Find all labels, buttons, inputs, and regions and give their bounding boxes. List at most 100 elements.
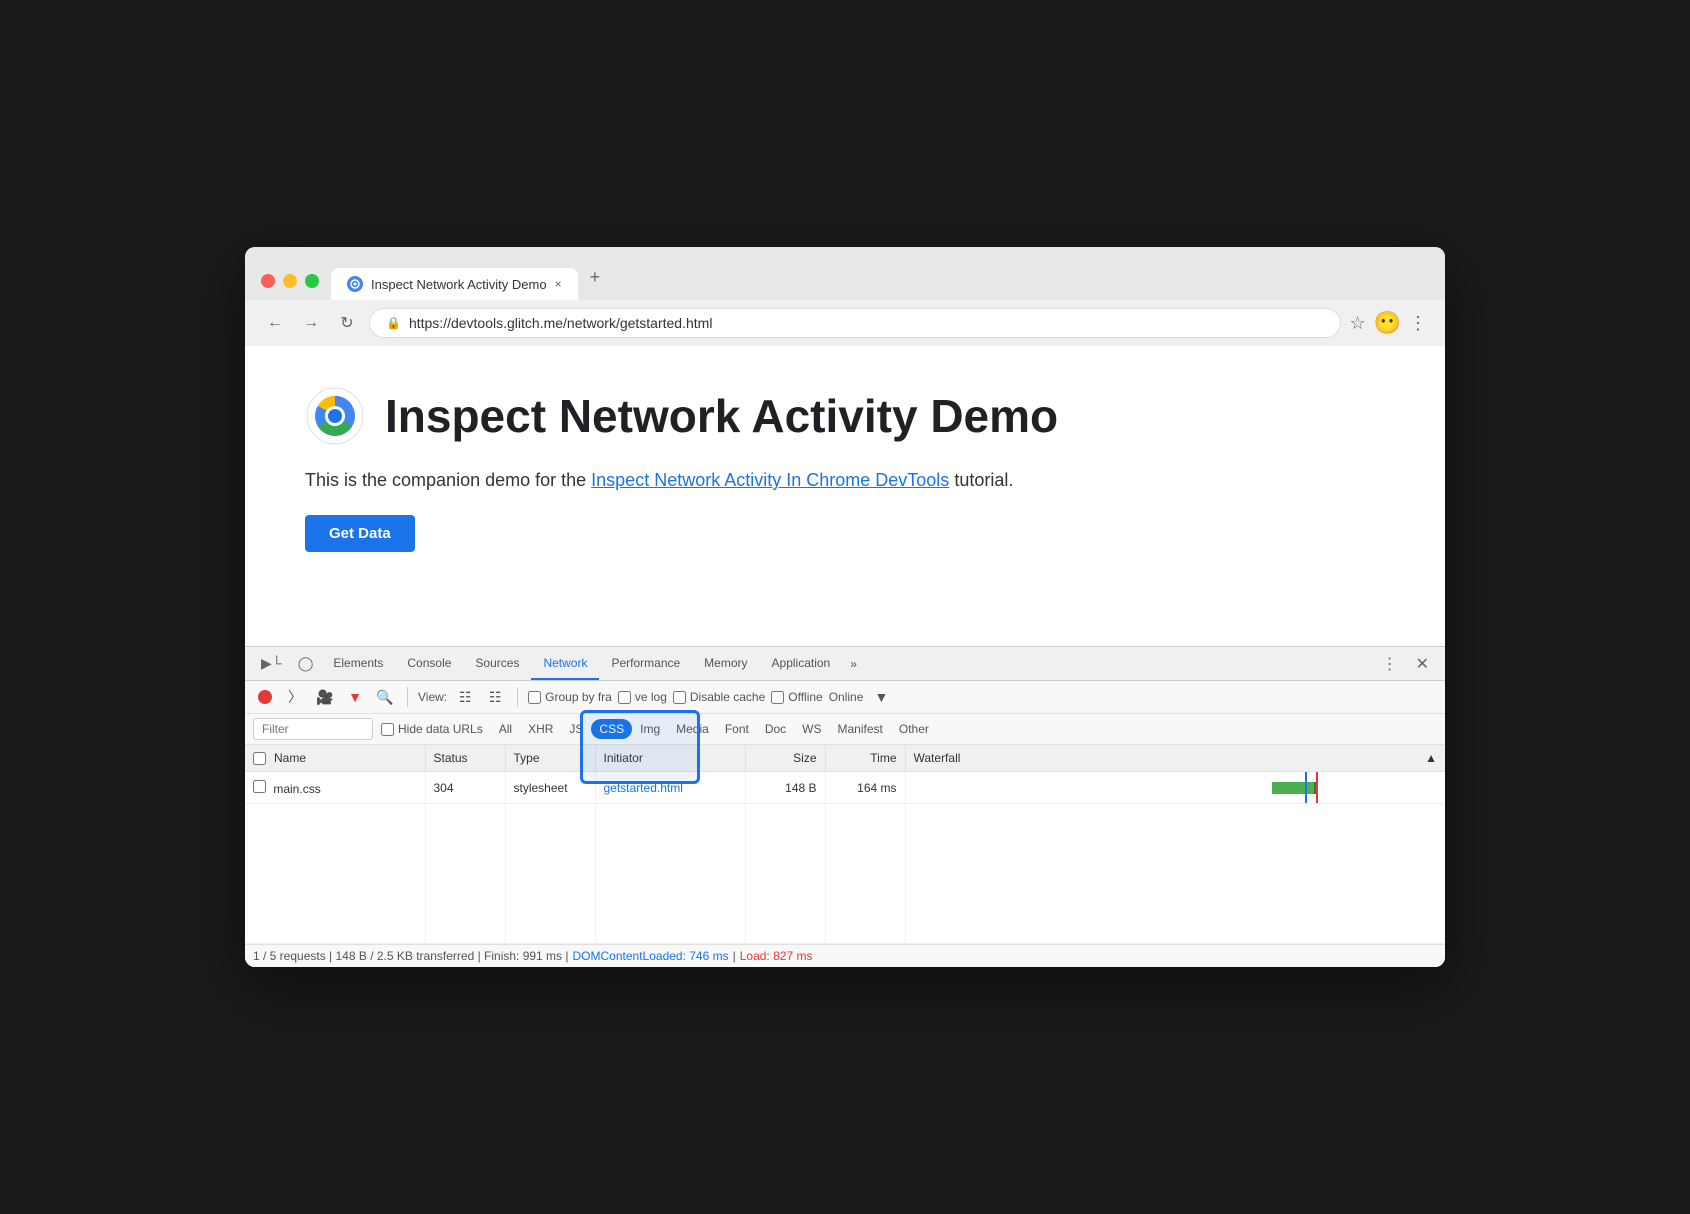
col-header-size[interactable]: Size bbox=[745, 745, 825, 772]
search-button[interactable]: 🔍 bbox=[373, 685, 397, 709]
filter-media[interactable]: Media bbox=[668, 719, 717, 739]
back-button[interactable]: ← bbox=[261, 309, 289, 337]
tab-favicon bbox=[347, 276, 363, 292]
tab-console[interactable]: Console bbox=[395, 648, 463, 680]
devtools-panel: ▶└ ◯ Elements Console Sources Network Pe… bbox=[245, 646, 1445, 967]
filter-manifest[interactable]: Manifest bbox=[830, 719, 891, 739]
tab-memory[interactable]: Memory bbox=[692, 648, 759, 680]
reload-button[interactable]: ↻ bbox=[333, 309, 361, 337]
filter-xhr[interactable]: XHR bbox=[520, 719, 561, 739]
disable-cache-label: Disable cache bbox=[673, 690, 765, 704]
clear-button[interactable]: 〉 bbox=[283, 685, 307, 709]
tabs-more-button[interactable]: » bbox=[842, 649, 865, 679]
tab-elements[interactable]: Elements bbox=[321, 648, 395, 680]
tab-sources[interactable]: Sources bbox=[463, 648, 531, 680]
row-checkbox[interactable] bbox=[253, 780, 266, 793]
tab-close-button[interactable]: × bbox=[555, 277, 562, 291]
filter-input[interactable] bbox=[253, 718, 373, 740]
filter-doc[interactable]: Doc bbox=[757, 719, 794, 739]
title-bar: Inspect Network Activity Demo × + bbox=[245, 247, 1445, 300]
empty-table-row bbox=[245, 804, 1445, 944]
toolbar-separator-1 bbox=[407, 687, 408, 707]
url-prefix: https://devtools.glitch.me bbox=[409, 315, 563, 331]
url-display: https://devtools.glitch.me/network/getst… bbox=[409, 315, 712, 331]
view-detail-icon[interactable]: ☷ bbox=[483, 685, 507, 709]
dom-content-loaded-link[interactable]: DOMContentLoaded: 746 ms bbox=[573, 949, 729, 963]
offline-label: Offline bbox=[771, 690, 822, 704]
minimize-button[interactable] bbox=[283, 274, 297, 288]
view-label: View: bbox=[418, 690, 447, 704]
filter-ws[interactable]: WS bbox=[794, 719, 829, 739]
chrome-logo-icon bbox=[305, 386, 365, 446]
new-tab-button[interactable]: + bbox=[578, 259, 613, 300]
col-header-initiator[interactable]: Initiator bbox=[595, 745, 745, 772]
col-header-name[interactable]: Name bbox=[245, 745, 425, 772]
disable-cache-checkbox[interactable] bbox=[673, 691, 686, 704]
preserve-log-checkbox[interactable] bbox=[618, 691, 631, 704]
tab-application[interactable]: Application bbox=[760, 648, 843, 680]
load-link[interactable]: Load: 827 ms bbox=[740, 949, 813, 963]
forward-button[interactable]: → bbox=[297, 309, 325, 337]
lock-icon: 🔒 bbox=[386, 316, 401, 330]
inspect-element-icon[interactable]: ▶└ bbox=[253, 647, 290, 680]
row-status: 304 bbox=[425, 772, 505, 804]
hide-data-urls-label: Hide data URLs bbox=[381, 722, 483, 736]
description-suffix: tutorial. bbox=[954, 470, 1013, 490]
filter-js[interactable]: JS bbox=[561, 719, 591, 739]
col-header-waterfall[interactable]: Waterfall▲ bbox=[905, 745, 1445, 772]
devtools-close-icon[interactable]: ✕ bbox=[1408, 650, 1437, 678]
col-header-type[interactable]: Type bbox=[505, 745, 595, 772]
filter-all[interactable]: All bbox=[491, 719, 520, 739]
profile-icon[interactable]: 😶 bbox=[1374, 310, 1401, 336]
status-bar: 1 / 5 requests | 148 B / 2.5 KB transfer… bbox=[245, 944, 1445, 967]
table-row[interactable]: main.css 304 stylesheet getstarted.html … bbox=[245, 772, 1445, 804]
row-type: stylesheet bbox=[505, 772, 595, 804]
row-size: 148 B bbox=[745, 772, 825, 804]
filter-font[interactable]: Font bbox=[717, 719, 757, 739]
online-label: Online bbox=[829, 690, 864, 704]
toolbar-separator-2 bbox=[517, 687, 518, 707]
bookmark-icon[interactable]: ☆ bbox=[1349, 313, 1365, 334]
description-prefix: This is the companion demo for the bbox=[305, 470, 591, 490]
device-toolbar-icon[interactable]: ◯ bbox=[290, 647, 322, 680]
row-initiator[interactable]: getstarted.html bbox=[595, 772, 745, 804]
traffic-lights bbox=[261, 274, 319, 300]
throttle-dropdown[interactable]: ▼ bbox=[869, 685, 893, 709]
hide-data-urls-checkbox[interactable] bbox=[381, 723, 394, 736]
camera-button[interactable]: 🎥 bbox=[313, 685, 337, 709]
address-bar: ← → ↻ 🔒 https://devtools.glitch.me/netwo… bbox=[245, 300, 1445, 346]
tab-title: Inspect Network Activity Demo bbox=[371, 277, 547, 292]
get-data-button[interactable]: Get Data bbox=[305, 515, 415, 552]
description-link[interactable]: Inspect Network Activity In Chrome DevTo… bbox=[591, 470, 949, 490]
menu-icon[interactable]: ⋮ bbox=[1409, 313, 1429, 334]
tab-performance[interactable]: Performance bbox=[599, 648, 692, 680]
col-header-status[interactable]: Status bbox=[425, 745, 505, 772]
view-list-icon[interactable]: ☷ bbox=[453, 685, 477, 709]
devtools-menu-icon[interactable]: ⋮ bbox=[1376, 650, 1404, 678]
status-separator: | bbox=[733, 949, 736, 963]
row-waterfall bbox=[905, 772, 1445, 804]
page-description: This is the companion demo for the Inspe… bbox=[305, 470, 1385, 491]
filter-other[interactable]: Other bbox=[891, 719, 937, 739]
filter-img[interactable]: Img bbox=[632, 719, 668, 739]
devtools-actions: ⋮ ✕ bbox=[1376, 650, 1437, 678]
filter-button[interactable]: ▼ bbox=[343, 685, 367, 709]
preserve-log-label: ve log bbox=[618, 690, 667, 704]
group-by-frame-checkbox[interactable] bbox=[528, 691, 541, 704]
tab-network[interactable]: Network bbox=[531, 648, 599, 680]
filter-bar: Hide data URLs All XHR JS CSS Img Media … bbox=[245, 714, 1445, 745]
url-bar[interactable]: 🔒 https://devtools.glitch.me/network/get… bbox=[369, 308, 1341, 338]
browser-window: Inspect Network Activity Demo × + ← → ↻ … bbox=[245, 247, 1445, 967]
browser-tab[interactable]: Inspect Network Activity Demo × bbox=[331, 268, 578, 300]
network-table-wrapper: Name Status Type Initiator Size Time Wat… bbox=[245, 745, 1445, 944]
address-bar-actions: ☆ 😶 ⋮ bbox=[1349, 310, 1429, 336]
close-button[interactable] bbox=[261, 274, 275, 288]
col-header-time[interactable]: Time bbox=[825, 745, 905, 772]
select-all-checkbox[interactable] bbox=[253, 752, 266, 765]
network-toolbar: 〉 🎥 ▼ 🔍 View: ☷ ☷ Group by fra ve log Di… bbox=[245, 681, 1445, 714]
filter-css[interactable]: CSS bbox=[591, 719, 632, 739]
fullscreen-button[interactable] bbox=[305, 274, 319, 288]
offline-checkbox[interactable] bbox=[771, 691, 784, 704]
devtools-tabs: ▶└ ◯ Elements Console Sources Network Pe… bbox=[245, 647, 1445, 681]
record-button[interactable] bbox=[253, 685, 277, 709]
